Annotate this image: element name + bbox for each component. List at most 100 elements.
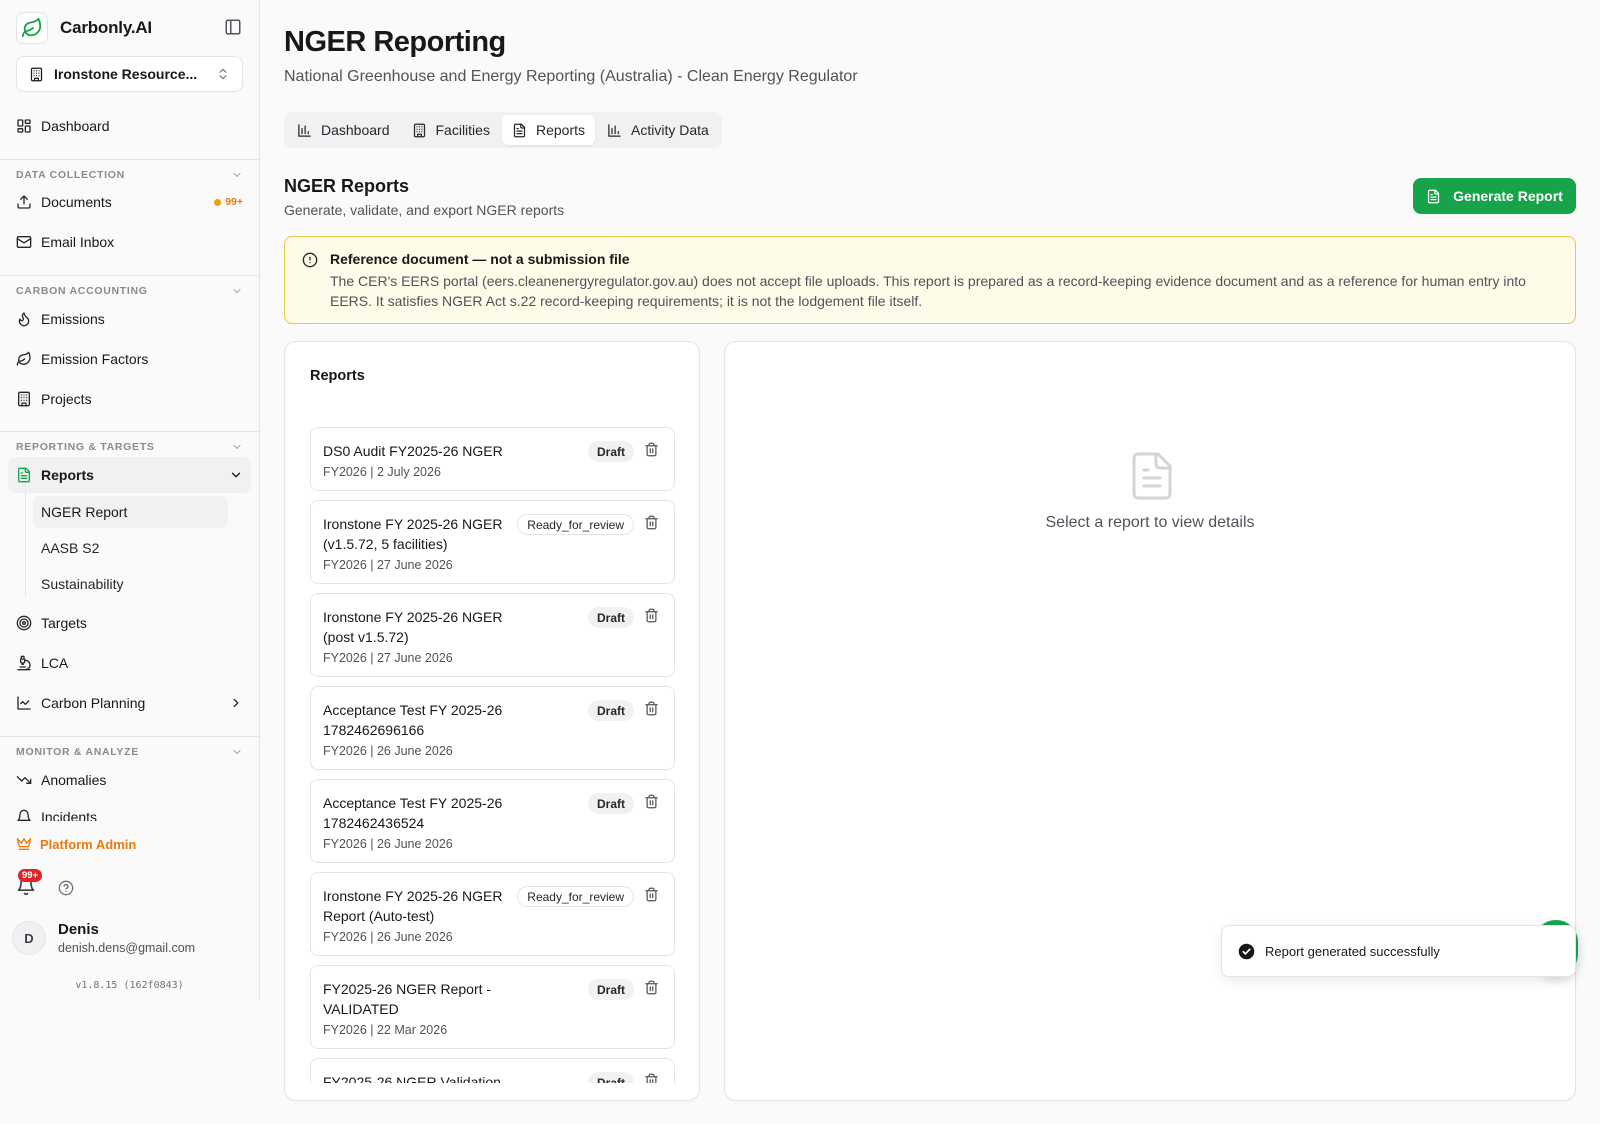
trash-icon[interactable]	[644, 442, 660, 458]
section-carbon-accounting[interactable]: CARBON ACCOUNTING	[16, 285, 243, 297]
bell-icon	[16, 809, 32, 821]
section-label: MONITOR & ANALYZE	[16, 746, 139, 758]
trash-icon[interactable]	[644, 794, 660, 810]
sidebar-item-anomalies[interactable]: Anomalies	[8, 762, 251, 798]
report-meta: FY2026 | 26 June 2026	[323, 930, 453, 944]
help-circle-icon[interactable]	[58, 880, 74, 896]
brand[interactable]: Carbonly.AI	[16, 12, 152, 44]
report-name: Acceptance Test FY 2025-26 1782462436524	[323, 795, 503, 831]
line-chart-icon	[16, 695, 32, 711]
platform-admin-link[interactable]: Platform Admin	[16, 836, 136, 852]
sidebar-item-targets[interactable]: Targets	[8, 605, 251, 641]
sidebar-item-label: Emissions	[41, 311, 105, 327]
divider	[0, 275, 259, 276]
status-badge: Draft	[587, 793, 634, 814]
tab-label: Dashboard	[321, 122, 390, 138]
user-name: Denis	[58, 921, 99, 938]
sidebar-item-projects[interactable]: Projects	[8, 381, 251, 417]
sidebar-item-sustainability[interactable]: Sustainability	[33, 568, 228, 600]
notifications-count-badge: 99+	[18, 869, 43, 882]
tab-label: Activity Data	[631, 122, 709, 138]
trash-icon[interactable]	[644, 887, 660, 903]
tab-label: Facilities	[435, 122, 490, 138]
sidebar-item-carbon-planning[interactable]: Carbon Planning	[8, 685, 251, 721]
tab-reports[interactable]: Reports	[501, 115, 595, 145]
report-name: Ironstone FY 2025-26 NGER Report (Auto-t…	[323, 888, 503, 924]
sidebar-item-email-inbox[interactable]: Email Inbox	[8, 224, 251, 260]
file-text-icon	[1132, 452, 1172, 500]
microscope-icon	[16, 655, 32, 671]
status-badge: Draft	[587, 441, 634, 462]
divider	[0, 431, 259, 432]
tab-activity-data[interactable]: Activity Data	[597, 115, 719, 145]
section-data-collection[interactable]: DATA COLLECTION	[16, 169, 243, 181]
sidebar-item-label: Carbon Planning	[41, 695, 146, 711]
avatar: D	[12, 921, 46, 955]
building-icon	[29, 67, 44, 82]
alert-circle-icon	[302, 252, 319, 269]
sidebar-item-emission-factors[interactable]: Emission Factors	[8, 341, 251, 377]
sidebar-item-label: Email Inbox	[41, 234, 115, 250]
reports-panel: Reports DS0 Audit FY2025-26 NGER FY2026 …	[284, 341, 700, 1101]
report-card[interactable]: Ironstone FY 2025-26 NGER (v1.5.72, 5 fa…	[310, 500, 675, 584]
chevrons-up-down-icon	[216, 67, 230, 81]
tab-dashboard[interactable]: Dashboard	[287, 115, 400, 145]
report-card[interactable]: Ironstone FY 2025-26 NGER (post v1.5.72)…	[310, 593, 675, 677]
file-text-icon	[1426, 189, 1441, 204]
empty-state-text: Select a report to view details	[1045, 514, 1255, 531]
report-card[interactable]: DS0 Audit FY2025-26 NGER FY2026 | 2 July…	[310, 427, 675, 491]
sidebar-item-aasb-s2[interactable]: AASB S2	[33, 532, 228, 564]
sidebar-item-emissions[interactable]: Emissions	[8, 301, 251, 337]
chevron-right-icon	[229, 696, 243, 710]
sidebar-toggle-icon[interactable]	[224, 18, 246, 40]
report-card[interactable]: FY2025-26 NGER Report - VALIDATED FY2026…	[310, 965, 675, 1049]
report-meta: FY2026 | 26 June 2026	[323, 744, 453, 758]
tab-facilities[interactable]: Facilities	[402, 115, 500, 145]
success-toast: Report generated successfully	[1221, 925, 1576, 977]
platform-admin-label: Platform Admin	[40, 836, 137, 852]
chevron-down-icon	[231, 441, 243, 453]
sidebar-item-reports[interactable]: Reports	[8, 457, 251, 493]
sidebar-item-dashboard[interactable]: Dashboard	[8, 108, 251, 144]
sidebar-item-lca[interactable]: LCA	[8, 645, 251, 681]
user-email: denish.dens@gmail.com	[58, 941, 196, 955]
trash-icon[interactable]	[644, 1073, 660, 1083]
user-profile[interactable]: D Denis denish.dens@gmail.com	[12, 921, 195, 955]
report-name: Ironstone FY 2025-26 NGER (v1.5.72, 5 fa…	[323, 516, 503, 552]
documents-count-badge: 99+	[214, 196, 243, 208]
sidebar-item-incidents[interactable]: Incidents	[8, 806, 251, 821]
sidebar-item-label: Targets	[41, 615, 87, 631]
trash-icon[interactable]	[644, 608, 660, 624]
reference-notice: Reference document — not a submission fi…	[284, 236, 1576, 324]
report-name: FY2025-26 NGER Report - VALIDATED	[323, 981, 492, 1017]
sidebar-item-nger-report[interactable]: NGER Report	[33, 496, 228, 528]
sidebar-item-label: Documents	[41, 194, 112, 210]
report-card[interactable]: Acceptance Test FY 2025-26 1782462436524…	[310, 779, 675, 863]
report-card[interactable]: FY2025-26 NGER Validation Draft	[310, 1058, 675, 1083]
report-list[interactable]: DS0 Audit FY2025-26 NGER FY2026 | 2 July…	[310, 427, 675, 1083]
toast-message: Report generated successfully	[1265, 943, 1440, 959]
sidebar-item-label: LCA	[41, 655, 69, 671]
trash-icon[interactable]	[644, 980, 660, 996]
sidebar-item-label: Emission Factors	[41, 351, 149, 367]
status-badge: Draft	[587, 1072, 634, 1083]
sidebar-item-label: NGER Report	[41, 504, 128, 520]
check-circle-icon	[1238, 943, 1255, 960]
flame-icon	[16, 311, 32, 327]
section-description: Generate, validate, and export NGER repo…	[284, 202, 565, 218]
sidebar-item-label: Anomalies	[41, 772, 107, 788]
section-title: NGER Reports	[284, 176, 410, 196]
report-card[interactable]: Ironstone FY 2025-26 NGER Report (Auto-t…	[310, 872, 675, 956]
generate-report-button[interactable]: Generate Report	[1413, 178, 1576, 214]
section-monitor-analyze[interactable]: MONITOR & ANALYZE	[16, 746, 243, 758]
report-card[interactable]: Acceptance Test FY 2025-26 1782462696166…	[310, 686, 675, 770]
section-reporting-targets[interactable]: REPORTING & TARGETS	[16, 441, 243, 453]
section-label: DATA COLLECTION	[16, 169, 125, 181]
status-badge: Draft	[587, 700, 634, 721]
trash-icon[interactable]	[644, 701, 660, 717]
layout-dashboard-icon	[16, 118, 32, 134]
sidebar-item-documents[interactable]: Documents 99+	[8, 184, 251, 220]
organization-selector[interactable]: Ironstone Resource...	[16, 56, 243, 92]
trash-icon[interactable]	[644, 515, 660, 531]
reports-heading: Reports	[310, 368, 365, 384]
